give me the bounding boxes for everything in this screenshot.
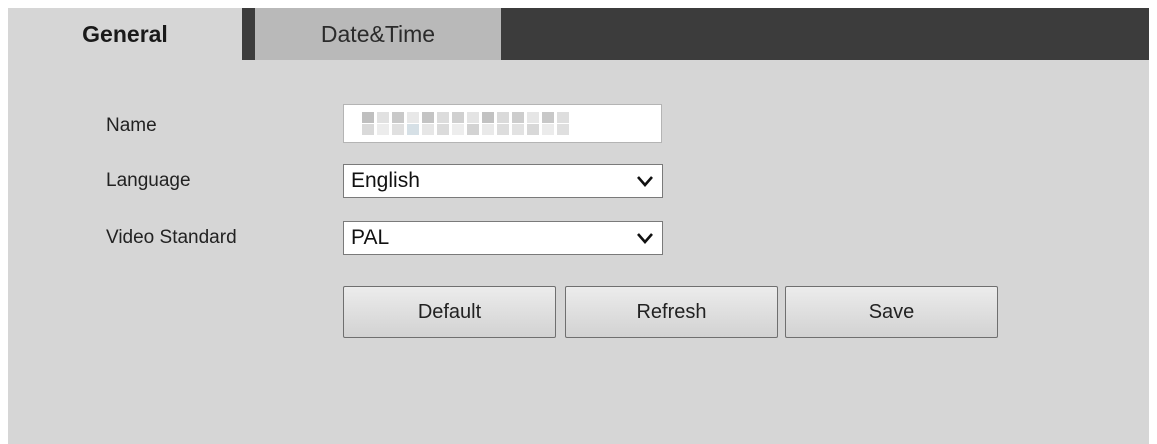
language-label: Language — [106, 170, 191, 191]
refresh-button-label: Refresh — [636, 300, 707, 323]
save-button-label: Save — [868, 300, 915, 323]
refresh-button[interactable]: Refresh — [565, 286, 778, 338]
name-field[interactable] — [343, 104, 662, 143]
language-select[interactable]: English — [343, 164, 663, 198]
tab-general-label: General — [82, 20, 168, 47]
tab-date-time[interactable]: Date&Time — [255, 8, 501, 60]
chevron-down-icon — [637, 233, 653, 244]
video-standard-label: Video Standard — [106, 227, 237, 248]
default-button[interactable]: Default — [343, 286, 556, 338]
save-button[interactable]: Save — [785, 286, 998, 338]
tab-general[interactable]: General — [8, 8, 242, 60]
video-standard-select[interactable]: PAL — [343, 221, 663, 255]
tab-divider — [242, 8, 255, 60]
video-standard-selected-value: PAL — [351, 226, 390, 249]
default-button-label: Default — [417, 300, 482, 323]
settings-page: General Date&Time Name Language English … — [0, 0, 1157, 444]
language-selected-value: English — [351, 169, 420, 192]
pixelated-redacted-text-icon — [362, 124, 569, 135]
name-label: Name — [106, 115, 157, 136]
tab-date-time-label: Date&Time — [320, 20, 436, 47]
pixelated-redacted-text-icon — [362, 112, 569, 123]
tab-bar: General Date&Time — [8, 8, 1149, 60]
general-settings-panel: Name Language English Video Standard PAL… — [8, 60, 1149, 444]
chevron-down-icon — [637, 176, 653, 187]
